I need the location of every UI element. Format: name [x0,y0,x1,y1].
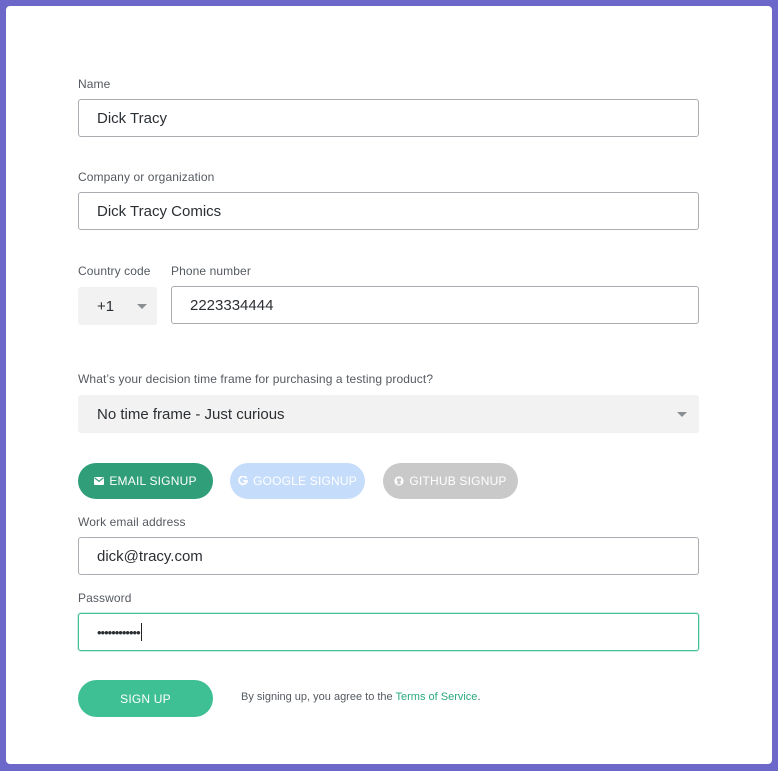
signup-card: Name Dick Tracy Company or organization … [6,6,772,764]
email-signup-label: EMAIL SIGNUP [109,474,197,488]
timeframe-label: What’s your decision time frame for purc… [78,372,434,386]
name-input-value: Dick Tracy [97,109,168,127]
password-label: Password [78,591,132,605]
sign-up-button[interactable]: SIGN UP [78,680,213,717]
text-cursor [140,623,142,641]
country-code-label: Country code [78,264,151,278]
sign-up-label: SIGN UP [120,691,171,706]
email-label: Work email address [78,515,186,529]
phone-input[interactable]: 2223334444 [171,286,699,324]
google-signup-button[interactable]: GOOGLE SIGNUP [230,463,365,499]
email-input-value: dick@tracy.com [97,547,203,565]
terms-prefix: By signing up, you agree to the [241,691,396,703]
email-signup-button[interactable]: EMAIL SIGNUP [78,463,213,499]
terms-suffix: . [477,691,481,703]
terms-of-service-link[interactable]: Terms of Service [396,691,478,703]
company-input[interactable]: Dick Tracy Comics [78,192,699,230]
phone-label: Phone number [171,264,251,278]
country-code-select[interactable]: +1 [78,287,157,325]
google-signup-label: GOOGLE SIGNUP [253,474,357,488]
password-input[interactable]: •••••••••••• [78,613,699,651]
google-icon [238,476,249,486]
phone-input-value: 2223334444 [190,296,274,314]
github-icon [394,476,404,486]
name-input[interactable]: Dick Tracy [78,99,699,137]
github-signup-label: GITHUB SIGNUP [409,474,507,488]
timeframe-select[interactable]: No time frame - Just curious [78,395,699,433]
company-label: Company or organization [78,170,215,184]
password-input-value: •••••••••••• [97,624,141,640]
name-label: Name [78,77,111,91]
chevron-down-icon [137,303,147,309]
github-signup-button[interactable]: GITHUB SIGNUP [383,463,518,499]
terms-text: By signing up, you agree to the Terms of… [241,691,481,703]
email-input[interactable]: dick@tracy.com [78,537,699,575]
country-code-value: +1 [97,297,115,315]
chevron-down-icon [677,411,687,417]
timeframe-value: No time frame - Just curious [97,405,285,423]
envelope-icon [94,477,105,485]
company-input-value: Dick Tracy Comics [97,202,222,220]
